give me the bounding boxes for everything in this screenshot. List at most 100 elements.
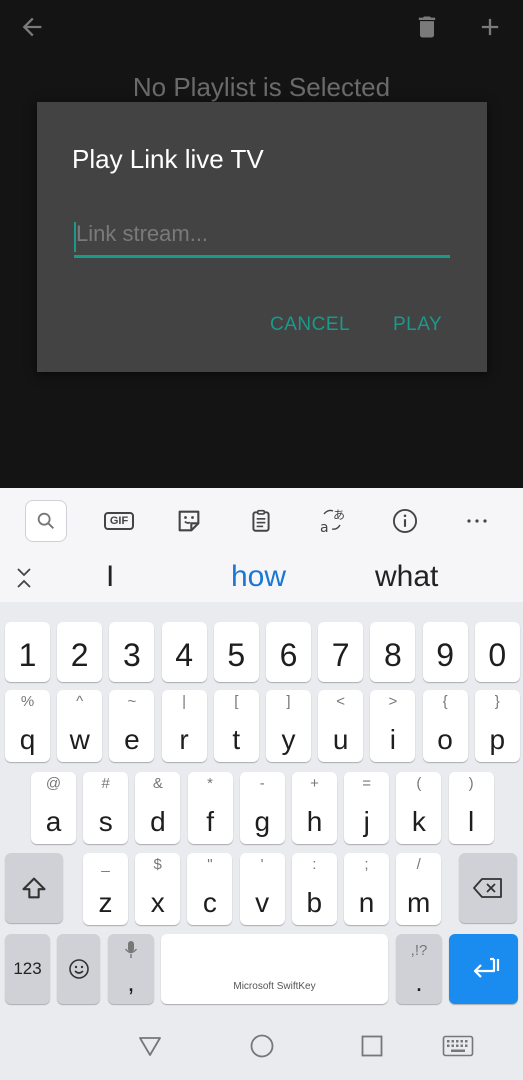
letter-key[interactable]: < u xyxy=(318,690,364,762)
svg-text:a: a xyxy=(320,520,329,536)
key-symbol-label: @ xyxy=(45,775,62,792)
key-symbol-label: * xyxy=(207,775,214,792)
key-label: 7 xyxy=(331,637,350,673)
key-label: e xyxy=(124,724,140,755)
letter-key[interactable]: | r xyxy=(161,690,207,762)
letter-key[interactable]: {o xyxy=(422,690,468,762)
key-symbol-label: $ xyxy=(153,856,162,873)
suggestion-word[interactable]: what xyxy=(375,560,438,594)
letter-key[interactable]: ' v xyxy=(239,853,285,925)
letter-key[interactable]: ) l xyxy=(448,772,494,844)
number-key[interactable]: 4 xyxy=(161,622,207,682)
letter-key[interactable]: [t xyxy=(213,690,259,762)
suggestion-bar: I how what xyxy=(0,552,523,602)
key-symbol-label: ~ xyxy=(127,693,137,710)
letter-key[interactable]: / m xyxy=(396,853,442,925)
number-key[interactable]: 8 xyxy=(370,622,416,682)
key-label: f xyxy=(206,806,214,837)
key-label: g xyxy=(254,806,271,837)
key-label: t xyxy=(232,724,241,755)
letter-key[interactable]: # s xyxy=(83,772,129,844)
translate-icon: a あ xyxy=(320,508,345,536)
space-key-label: Microsoft SwiftKey xyxy=(233,981,316,992)
letter-key[interactable]: @ a xyxy=(31,772,76,844)
key-symbol-label: ) xyxy=(468,775,474,792)
number-key[interactable]: 3 xyxy=(109,622,155,682)
clipboard-button[interactable] xyxy=(240,500,282,542)
letter-key[interactable]: = j xyxy=(344,772,390,844)
keyboard-search-button[interactable] xyxy=(25,500,67,542)
letter-key[interactable]: $ x xyxy=(135,853,181,925)
nav-keyboard-button[interactable] xyxy=(440,1032,476,1060)
letter-key[interactable]: + h xyxy=(292,772,337,844)
key-label: o xyxy=(437,724,453,755)
letter-key[interactable]: * f xyxy=(187,772,233,844)
nav-recents-button[interactable] xyxy=(357,1032,387,1060)
cancel-button[interactable]: CANCEL xyxy=(270,314,350,336)
sticker-button[interactable] xyxy=(168,500,210,542)
letter-key[interactable]: " c xyxy=(187,853,233,925)
number-key[interactable]: 7 xyxy=(318,622,364,682)
key-symbol-label: ] xyxy=(286,693,291,710)
number-key[interactable]: 0 xyxy=(474,622,520,682)
period-key-sub: ,!? xyxy=(410,942,428,959)
letter-key[interactable]: ; n xyxy=(344,853,389,925)
letter-key[interactable]: (k xyxy=(396,772,442,844)
number-key[interactable]: 6 xyxy=(266,622,311,682)
key-symbol-label: [ xyxy=(234,693,239,710)
keyboard-toolbar: GIF a あ xyxy=(0,488,523,552)
letter-key[interactable]: ] y xyxy=(266,690,311,762)
key-symbol-label: % xyxy=(20,693,35,710)
number-key[interactable]: 2 xyxy=(57,622,103,682)
letter-key[interactable]: & d xyxy=(135,772,181,844)
letter-key[interactable]: } p xyxy=(474,690,520,762)
number-key[interactable]: 5 xyxy=(213,622,259,682)
clipboard-icon xyxy=(252,509,270,532)
recents-square-icon xyxy=(361,1035,383,1057)
key-label: 2 xyxy=(70,637,89,673)
nav-back-button[interactable] xyxy=(135,1032,165,1060)
key-label: 6 xyxy=(279,637,298,673)
link-stream-field[interactable] xyxy=(74,214,450,258)
key-label: b xyxy=(306,887,323,918)
emoji-key[interactable] xyxy=(57,934,100,1004)
key-symbol-label: & xyxy=(152,775,163,792)
letter-key[interactable]: > i xyxy=(370,690,416,762)
key-label: 5 xyxy=(227,637,246,673)
nav-home-button[interactable] xyxy=(247,1032,277,1060)
gif-button[interactable]: GIF xyxy=(98,500,140,542)
link-stream-input[interactable] xyxy=(74,214,450,254)
more-button[interactable] xyxy=(456,500,498,542)
play-button[interactable]: PLAY xyxy=(393,314,442,336)
key-symbol-label: + xyxy=(310,775,319,792)
letter-key[interactable]: % q xyxy=(5,690,50,762)
translate-button[interactable]: a あ xyxy=(312,500,354,542)
delete-button[interactable] xyxy=(407,7,447,47)
suggestion-word[interactable]: I xyxy=(106,560,114,594)
suggestion-word[interactable]: how xyxy=(231,560,286,594)
info-button[interactable] xyxy=(384,500,426,542)
shift-key[interactable] xyxy=(5,853,63,923)
letter-key[interactable]: ~ e xyxy=(109,690,155,762)
letter-key[interactable]: :b xyxy=(291,853,337,925)
info-icon xyxy=(392,508,418,534)
numbers-key[interactable]: 123 xyxy=(5,934,50,1004)
space-key[interactable]: Microsoft SwiftKey xyxy=(161,934,388,1004)
number-key[interactable]: 9 xyxy=(422,622,468,682)
shift-icon xyxy=(22,877,46,899)
enter-key[interactable] xyxy=(449,934,518,1004)
letter-key[interactable]: -g xyxy=(239,772,285,844)
add-button[interactable] xyxy=(470,7,510,47)
comma-key[interactable]: , xyxy=(108,934,154,1004)
letter-key[interactable]: ^ w xyxy=(57,690,103,762)
collapse-toolbar-button[interactable] xyxy=(14,566,34,595)
number-key[interactable]: 1 xyxy=(5,622,50,682)
letter-key[interactable]: _ z xyxy=(83,853,128,925)
period-key[interactable]: ,!? . xyxy=(396,934,442,1004)
backspace-key[interactable] xyxy=(459,853,517,923)
key-label: 0 xyxy=(488,637,507,673)
key-label: z xyxy=(98,887,113,918)
key-label: w xyxy=(69,724,90,755)
key-label: y xyxy=(281,724,296,755)
back-button[interactable] xyxy=(12,7,52,47)
